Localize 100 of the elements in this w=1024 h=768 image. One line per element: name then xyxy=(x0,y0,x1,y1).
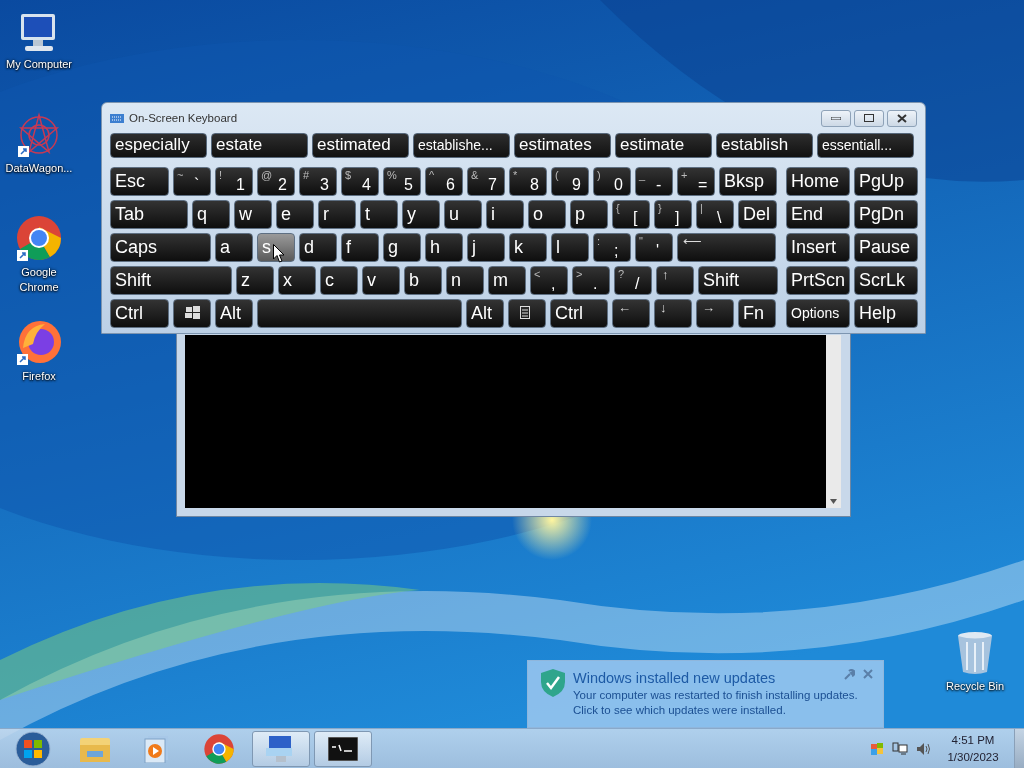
key[interactable]: Caps xyxy=(110,233,211,262)
key[interactable]: ) 0 xyxy=(593,167,631,196)
key[interactable]: ← xyxy=(612,299,650,328)
key[interactable]: x xyxy=(278,266,316,295)
key[interactable]: PgUp xyxy=(854,167,918,196)
taskbar-button[interactable] xyxy=(314,731,372,767)
desktop-icon-label[interactable]: Google Chrome xyxy=(5,265,73,295)
key[interactable]: h xyxy=(425,233,463,262)
key[interactable]: l xyxy=(551,233,589,262)
key[interactable]: i xyxy=(486,200,524,229)
key[interactable]: Shift xyxy=(698,266,778,295)
key[interactable]: & 7 xyxy=(467,167,505,196)
key[interactable]: Options xyxy=(786,299,850,328)
key[interactable]: ~ ` xyxy=(173,167,211,196)
key[interactable]: c xyxy=(320,266,358,295)
key[interactable]: Fn xyxy=(738,299,776,328)
key[interactable]: k xyxy=(509,233,547,262)
key[interactable]: PrtScn xyxy=(786,266,850,295)
key[interactable]: Esc xyxy=(110,167,169,196)
key[interactable]: PgDn xyxy=(854,200,918,229)
key[interactable]: @ 2 xyxy=(257,167,295,196)
key[interactable]: m xyxy=(488,266,526,295)
suggestion-key[interactable]: establish xyxy=(716,133,813,158)
suggestion-key[interactable]: estimates xyxy=(514,133,611,158)
key[interactable]: Tab xyxy=(110,200,188,229)
key[interactable]: Home xyxy=(786,167,850,196)
key[interactable]: Pause xyxy=(854,233,918,262)
key[interactable]: r xyxy=(318,200,356,229)
suggestion-key[interactable]: estimated xyxy=(312,133,409,158)
key[interactable]: ⟵ xyxy=(677,233,776,262)
key[interactable]: p xyxy=(570,200,608,229)
key[interactable]: j xyxy=(467,233,505,262)
desktop-icon-label[interactable]: DataWagon... xyxy=(5,161,73,176)
key[interactable]: # 3 xyxy=(299,167,337,196)
wrench-icon[interactable] xyxy=(844,669,855,680)
key[interactable]: e xyxy=(276,200,314,229)
key[interactable]: Shift xyxy=(110,266,232,295)
key[interactable]: { [ xyxy=(612,200,650,229)
key[interactable]: $ 4 xyxy=(341,167,379,196)
key[interactable]: t xyxy=(360,200,398,229)
key[interactable]: _ - xyxy=(635,167,673,196)
maximize-button[interactable] xyxy=(854,109,884,127)
key[interactable]: w xyxy=(234,200,272,229)
key[interactable]: a xyxy=(215,233,253,262)
scrollbar[interactable] xyxy=(826,335,841,508)
desktop-icon-label[interactable]: My Computer xyxy=(6,57,72,72)
key[interactable]: < , xyxy=(530,266,568,295)
key[interactable]: : ; xyxy=(593,233,631,262)
key[interactable]: End xyxy=(786,200,850,229)
volume-icon[interactable] xyxy=(916,742,932,756)
space-key[interactable] xyxy=(257,299,462,328)
key[interactable]: u xyxy=(444,200,482,229)
key[interactable]: d xyxy=(299,233,337,262)
key[interactable]: q xyxy=(192,200,230,229)
key[interactable]: > . xyxy=(572,266,610,295)
scroll-down-icon[interactable] xyxy=(830,499,837,504)
suggestion-key[interactable]: especially xyxy=(110,133,207,158)
suggestion-key[interactable]: establishe... xyxy=(413,133,510,158)
key[interactable]: Ctrl xyxy=(550,299,608,328)
key[interactable]: g xyxy=(383,233,421,262)
windows-key[interactable] xyxy=(173,299,211,328)
key[interactable]: y xyxy=(402,200,440,229)
desktop-icon-label[interactable]: Firefox xyxy=(22,369,56,384)
desktop-icon-label[interactable]: Recycle Bin xyxy=(945,679,1005,694)
clock[interactable]: 4:51 PM 1/30/2023 xyxy=(940,732,1006,766)
key[interactable]: Alt xyxy=(215,299,253,328)
key[interactable]: Help xyxy=(854,299,918,328)
key[interactable]: % 5 xyxy=(383,167,421,196)
key[interactable]: z xyxy=(236,266,274,295)
menu-key[interactable] xyxy=(508,299,546,328)
close-button[interactable] xyxy=(887,109,917,127)
key[interactable]: | \ xyxy=(696,200,734,229)
command-prompt-icon[interactable] xyxy=(328,737,358,761)
media-player-icon[interactable] xyxy=(144,735,170,763)
key[interactable]: * 8 xyxy=(509,167,547,196)
windows-logo-icon[interactable] xyxy=(15,731,51,767)
key[interactable]: Ctrl xyxy=(110,299,169,328)
flag-icon[interactable] xyxy=(870,742,884,756)
key[interactable]: ^ 6 xyxy=(425,167,463,196)
key[interactable]: } ] xyxy=(654,200,692,229)
key[interactable]: Del xyxy=(738,200,777,229)
notification-balloon[interactable]: Windows installed new updates Your computer was restarted to finish installing updates. Click to see which updates were installed. xyxy=(527,660,884,728)
key[interactable]: f xyxy=(341,233,379,262)
key[interactable]: o xyxy=(528,200,566,229)
key[interactable]: ? / xyxy=(614,266,652,295)
key[interactable]: v xyxy=(362,266,400,295)
key[interactable]: ScrLk xyxy=(854,266,918,295)
close-icon[interactable] xyxy=(863,669,873,679)
key[interactable]: b xyxy=(404,266,442,295)
key[interactable]: → xyxy=(696,299,734,328)
key[interactable]: ( 9 xyxy=(551,167,589,196)
key[interactable]: + = xyxy=(677,167,715,196)
key[interactable]: ↓ xyxy=(654,299,692,328)
key[interactable]: Bksp xyxy=(719,167,777,196)
key[interactable]: Insert xyxy=(786,233,850,262)
key[interactable]: n xyxy=(446,266,484,295)
key[interactable]: ! 1 xyxy=(215,167,253,196)
suggestion-key[interactable]: essentiall... xyxy=(817,133,914,158)
chrome-icon[interactable] xyxy=(203,733,235,765)
key[interactable]: " ' xyxy=(635,233,673,262)
